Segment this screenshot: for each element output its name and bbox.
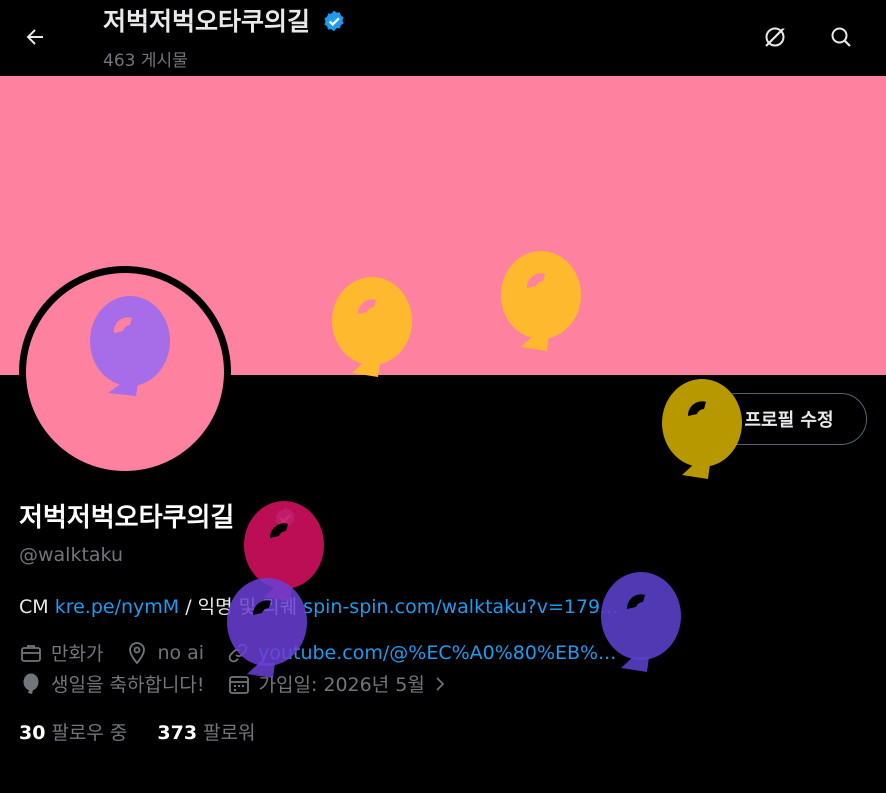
- bio-link-spinspin[interactable]: spin-spin.com/walktaku?v=179...: [303, 596, 618, 618]
- followers-count: 373: [157, 722, 198, 744]
- verified-badge-icon: [275, 507, 295, 529]
- back-button[interactable]: [16, 18, 54, 56]
- location-pin-icon: [129, 641, 146, 664]
- profile-meta-row: 만화가 no ai youtube.com/@%EC%A0%80%EB%...: [19, 639, 638, 666]
- location-label: no ai: [157, 641, 205, 664]
- avatar[interactable]: [26, 273, 224, 471]
- bio-text: CM: [19, 596, 55, 618]
- verified-badge-icon: [324, 10, 344, 32]
- briefcase-icon: [21, 644, 41, 662]
- chevron-right-icon: [436, 676, 444, 691]
- followers-label: 팔로워: [203, 722, 256, 744]
- profession-label: 만화가: [51, 643, 104, 665]
- handle: @walktaku: [19, 544, 124, 566]
- bio-link-krepe[interactable]: kre.pe/nymM: [55, 596, 179, 618]
- birthday-label: 생일을 축하합니다!: [51, 674, 205, 696]
- grok-icon: [765, 25, 785, 47]
- website[interactable]: youtube.com/@%EC%A0%80%EB%...: [226, 641, 616, 665]
- join-date[interactable]: 가입일: 2026년 5월: [227, 670, 457, 697]
- header-title: 저벅저벅오타쿠의길: [103, 7, 311, 36]
- following-count: 30: [19, 722, 46, 744]
- arrow-left-icon: [26, 29, 43, 45]
- link-icon: [228, 643, 248, 662]
- top-bar: 저벅저벅오타쿠의길 463 게시물: [0, 0, 886, 76]
- join-date-label: 가입일: 2026년 5월: [258, 674, 425, 696]
- followers-link[interactable]: 373 팔로워: [157, 718, 255, 745]
- following-link[interactable]: 30 팔로우 중: [19, 718, 127, 745]
- location: no ai: [125, 641, 204, 665]
- display-name: 저벅저벅오타쿠의길: [19, 503, 235, 533]
- grok-button[interactable]: [756, 18, 794, 56]
- search-button[interactable]: [822, 18, 860, 56]
- search-icon: [831, 27, 851, 47]
- birthday: 생일을 축하합니다!: [19, 670, 205, 697]
- post-count: 463 게시물: [103, 51, 188, 71]
- profession: 만화가: [19, 639, 103, 666]
- bio-text: / 익명 및 리퀘: [179, 596, 304, 618]
- website-link[interactable]: youtube.com/@%EC%A0%80%EB%...: [258, 642, 616, 664]
- balloon-icon: [23, 673, 39, 694]
- balloon-icon: [90, 296, 170, 396]
- bio: CM kre.pe/nymM / 익명 및 리퀘 spin-spin.com/w…: [19, 592, 879, 619]
- follow-stats: 30 팔로우 중 373 팔로워: [19, 718, 286, 745]
- profile-meta-row: 생일을 축하합니다! 가입일: 2026년 5월: [19, 670, 479, 697]
- edit-profile-button[interactable]: 프로필 수정: [711, 393, 867, 445]
- following-label: 팔로우 중: [51, 722, 128, 744]
- calendar-icon: [228, 675, 249, 694]
